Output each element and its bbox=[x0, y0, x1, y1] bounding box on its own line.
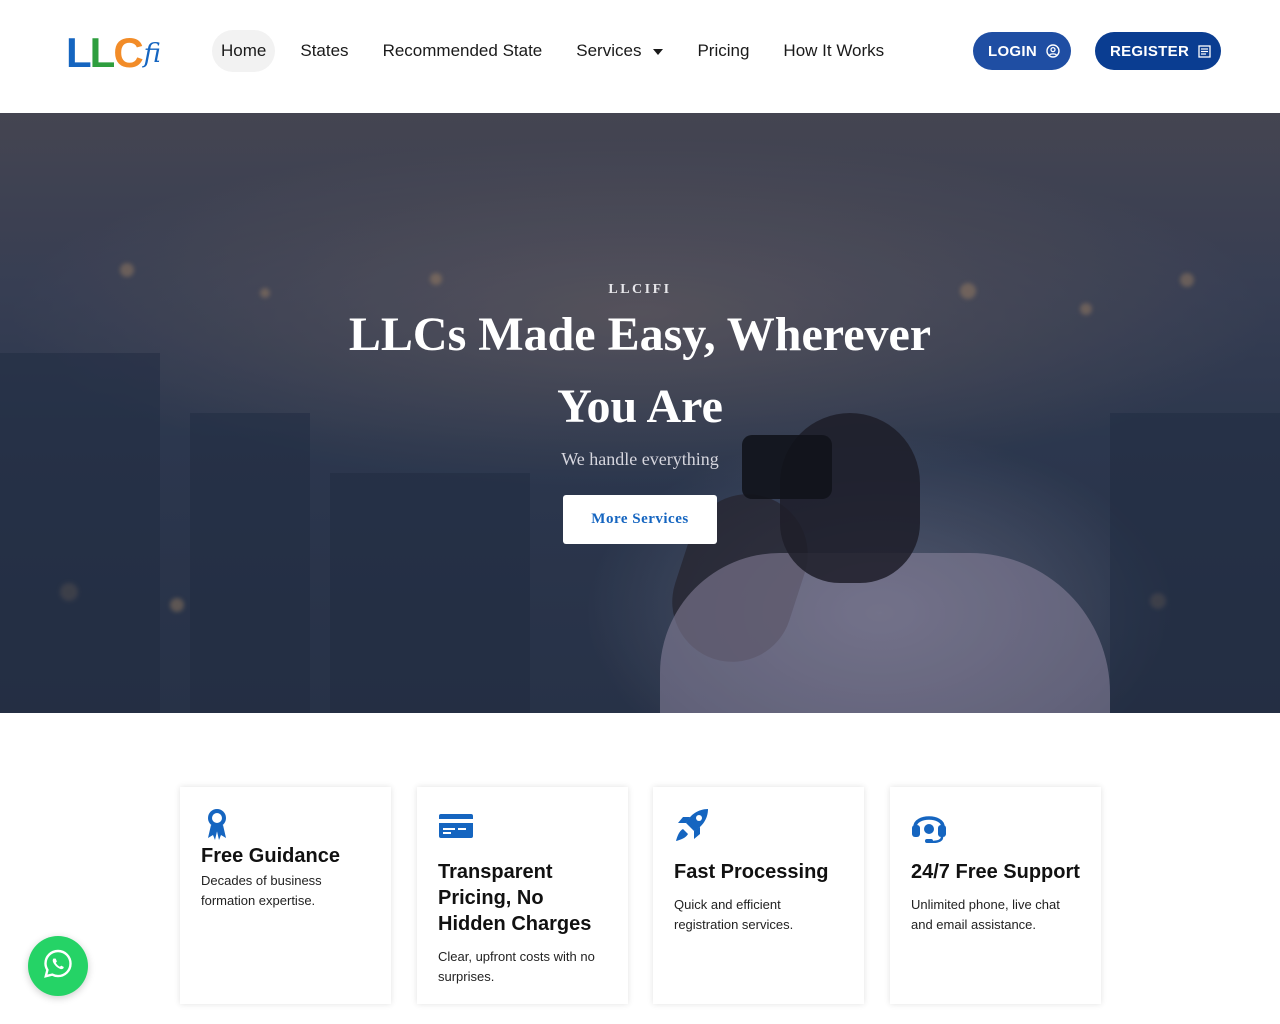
site-header: L L C fi Home States Recommended State S… bbox=[0, 0, 1280, 113]
hero-title: LLCs Made Easy, Wherever You Are bbox=[348, 308, 932, 433]
feature-text: Quick and efficient registration service… bbox=[674, 897, 794, 932]
credit-card-icon bbox=[438, 807, 474, 843]
caret-down-icon bbox=[653, 49, 664, 55]
site-logo[interactable]: L L C fi bbox=[66, 30, 170, 74]
whatsapp-icon bbox=[42, 948, 74, 985]
feature-title: Transparent Pricing, No Hidden Charges bbox=[438, 861, 592, 935]
nav-item-how-it-works[interactable]: How It Works bbox=[774, 30, 893, 72]
form-icon bbox=[1198, 44, 1211, 58]
whatsapp-chat-button[interactable] bbox=[28, 936, 88, 996]
feature-text: Unlimited phone, live chat and email ass… bbox=[911, 897, 1060, 932]
logo-letter: L bbox=[89, 29, 116, 76]
feature-text: Decades of business formation expertise. bbox=[201, 873, 322, 908]
logo-script: fi bbox=[143, 39, 161, 69]
rocket-icon bbox=[674, 807, 710, 843]
nav-item-services[interactable]: Services bbox=[567, 30, 672, 72]
hero-subtitle: We handle everything bbox=[561, 449, 719, 469]
feature-card-support: 24/7 Free Support Unlimited phone, live … bbox=[890, 787, 1101, 1004]
nav-item-states[interactable]: States bbox=[291, 30, 357, 72]
feature-title: 24/7 Free Support bbox=[911, 861, 1080, 883]
headset-icon bbox=[911, 807, 947, 844]
feature-text: Clear, upfront costs with no surprises. bbox=[438, 949, 595, 984]
hero-section: LLCIFI LLCs Made Easy, Wherever You Are … bbox=[0, 113, 1280, 713]
nav-item-recommended-state[interactable]: Recommended State bbox=[374, 30, 552, 72]
nav-label: Services bbox=[576, 41, 642, 60]
user-circle-icon bbox=[1046, 44, 1060, 58]
nav-item-home[interactable]: Home bbox=[212, 30, 276, 72]
feature-card-guidance: Free Guidance Decades of business format… bbox=[180, 787, 391, 1004]
nav-label: Recommended State bbox=[382, 41, 543, 60]
hero-kicker: LLCIFI bbox=[608, 282, 672, 297]
nav-label: Home bbox=[221, 41, 267, 60]
feature-card-processing: Fast Processing Quick and efficient regi… bbox=[653, 787, 864, 1004]
logo-letter: L bbox=[66, 29, 92, 76]
feature-title: Fast Processing bbox=[674, 861, 829, 883]
feature-card-pricing: Transparent Pricing, No Hidden Charges C… bbox=[417, 787, 628, 1004]
login-label: LOGIN bbox=[988, 42, 1037, 60]
nav-label: Pricing bbox=[697, 41, 750, 60]
feature-title: Free Guidance bbox=[201, 845, 340, 867]
main-nav: Home States Recommended State Services P… bbox=[212, 30, 909, 72]
more-services-button[interactable]: More Services bbox=[563, 495, 717, 544]
award-ribbon-icon bbox=[201, 807, 237, 843]
logo-letter: C bbox=[113, 29, 143, 76]
login-button[interactable]: LOGIN bbox=[973, 32, 1071, 70]
register-button[interactable]: REGISTER bbox=[1095, 32, 1221, 70]
register-label: REGISTER bbox=[1110, 42, 1190, 60]
nav-label: States bbox=[300, 41, 349, 60]
nav-item-pricing[interactable]: Pricing bbox=[688, 30, 758, 72]
nav-label: How It Works bbox=[783, 41, 885, 60]
